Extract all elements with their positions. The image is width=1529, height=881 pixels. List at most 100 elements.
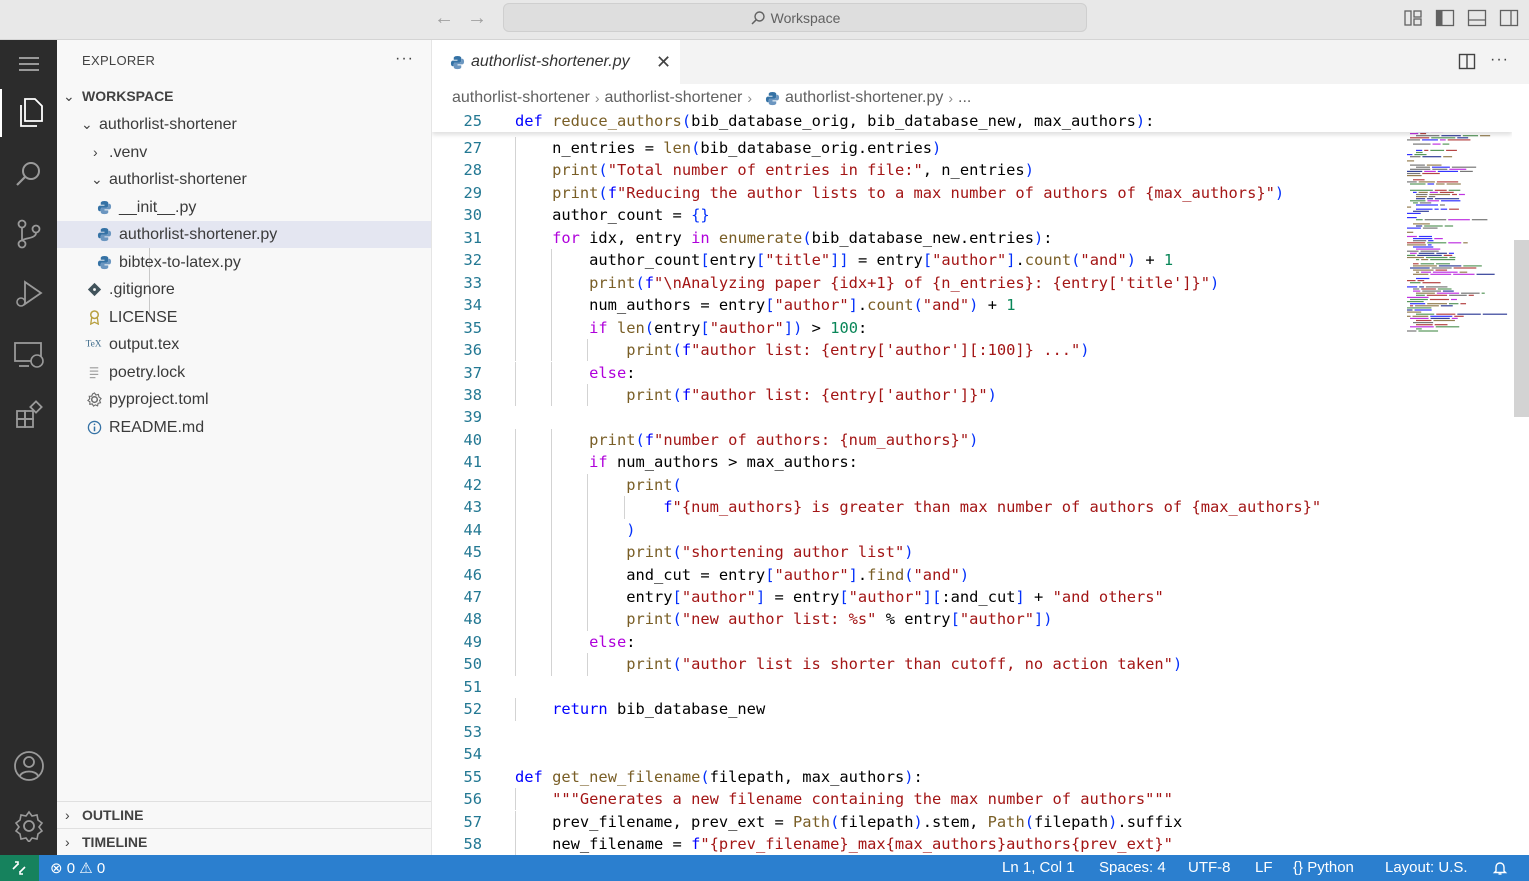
timeline-section-header[interactable]: › TIMELINE: [57, 828, 431, 855]
code-line[interactable]: 35 if len(entry["author"]) > 100:: [432, 316, 1512, 340]
code-line[interactable]: 50 print("author list is shorter than cu…: [432, 653, 1512, 676]
code-line[interactable]: 48 print("new author list: %s" % entry["…: [432, 608, 1512, 631]
code-line[interactable]: 31 for idx, entry in enumerate(bib_datab…: [432, 226, 1512, 250]
code-line[interactable]: 49 else:: [432, 630, 1512, 654]
code-line[interactable]: 34 num_authors = entry["author"].count("…: [432, 294, 1512, 317]
code-line[interactable]: 47 entry["author"] = entry["author"][:an…: [432, 586, 1512, 609]
code-line[interactable]: 53: [432, 721, 1512, 743]
tree-item-label: poetry.lock: [109, 364, 186, 381]
keyboard-layout[interactable]: Layout: U.S.: [1385, 859, 1468, 876]
minimap-line: [1416, 219, 1423, 221]
breadcrumb-item[interactable]: authorlist-shortener.py: [785, 89, 943, 106]
remote-indicator[interactable]: [0, 855, 39, 881]
code-line[interactable]: 46 and_cut = entry["author"].find("and"): [432, 563, 1512, 586]
account-icon[interactable]: [0, 742, 57, 790]
customize-layout-icon[interactable]: [1403, 9, 1423, 27]
notifications-bell-icon[interactable]: [1492, 860, 1508, 876]
toggle-panel-icon[interactable]: [1467, 9, 1487, 27]
command-center-search[interactable]: Workspace: [503, 3, 1087, 32]
code-line[interactable]: 36 print(f"author list: {entry['author']…: [432, 339, 1512, 362]
tree-folder-authorlist-shortener-root[interactable]: ⌄ authorlist-shortener: [57, 111, 431, 138]
encoding[interactable]: UTF-8: [1188, 859, 1231, 876]
code-line[interactable]: 28 print("Total number of entries in fil…: [432, 159, 1512, 182]
tree-file-license[interactable]: LICENSE: [57, 304, 431, 331]
code-line[interactable]: 27 n_entries = len(bib_database_orig.ent…: [432, 137, 1512, 160]
minimap[interactable]: [1407, 110, 1512, 410]
code-line[interactable]: 52 return bib_database_new: [432, 698, 1512, 721]
split-editor-icon[interactable]: [1458, 53, 1476, 70]
extensions-icon[interactable]: [0, 391, 57, 439]
editor-tab-authorlist-shortener-py[interactable]: authorlist-shortener.py ✕: [432, 40, 680, 84]
code-line[interactable]: 56 """Generates a new filename containin…: [432, 788, 1512, 811]
code-line[interactable]: 30 author_count = {}: [432, 204, 1512, 227]
editor-scrollbar[interactable]: [1514, 240, 1529, 417]
code-line[interactable]: 45 print("shortening author list"): [432, 541, 1512, 564]
minimap-line: [1407, 330, 1417, 332]
tree-folder-authorlist-shortener[interactable]: ⌄ authorlist-shortener: [57, 166, 431, 193]
close-tab-icon[interactable]: ✕: [656, 52, 671, 73]
language-mode[interactable]: {} Python: [1293, 859, 1354, 876]
run-debug-icon[interactable]: [0, 270, 57, 318]
more-actions-icon[interactable]: ···: [1490, 51, 1509, 69]
tree-file-gitignore[interactable]: .gitignore: [57, 276, 431, 303]
toggle-primary-sidebar-icon[interactable]: [1435, 9, 1455, 27]
tree-file-output-tex[interactable]: TeX output.tex: [57, 331, 431, 358]
settings-gear-icon[interactable]: [0, 802, 57, 850]
tree-file-authorlist-shortener-py[interactable]: authorlist-shortener.py: [57, 221, 431, 248]
explorer-more-actions-icon[interactable]: ···: [395, 50, 414, 68]
code-line[interactable]: 39: [432, 406, 1512, 428]
code-editor[interactable]: 26 """Takes care of reducing the author …: [432, 110, 1512, 855]
code-line[interactable]: 37 else:: [432, 361, 1512, 384]
code-line[interactable]: 33 print(f"\nAnalyzing paper {idx+1} of …: [432, 271, 1512, 295]
menu-icon[interactable]: [0, 40, 57, 88]
code-line[interactable]: 38 print(f"author list: {entry['author']…: [432, 383, 1512, 407]
code-line[interactable]: 44 ): [432, 518, 1512, 542]
line-code: and_cut = entry["author"].find("and"): [515, 565, 970, 584]
code-line[interactable]: 43 f"{num_authors} is greater than max n…: [432, 496, 1512, 519]
minimap-line: [1418, 191, 1428, 193]
explorer-files-icon[interactable]: [0, 89, 57, 137]
forward-arrow-icon[interactable]: →: [465, 8, 489, 30]
code-line[interactable]: 54: [432, 743, 1512, 765]
breadcrumb-item[interactable]: authorlist-shortener: [605, 89, 743, 106]
code-line[interactable]: 41 if num_authors > max_authors:: [432, 451, 1512, 474]
code-line[interactable]: 51: [432, 676, 1512, 698]
breadcrumb: authorlist-shortener › authorlist-shortene…: [452, 89, 971, 107]
tree-file-poetry-lock[interactable]: poetry.lock: [57, 359, 431, 386]
indent-guide: [551, 518, 553, 542]
toggle-secondary-sidebar-icon[interactable]: [1499, 9, 1519, 27]
tree-file-bibtex-to-latex-py[interactable]: bibtex-to-latex.py: [57, 249, 431, 276]
search-text: Workspace: [770, 9, 841, 26]
code-line[interactable]: 55 def get_new_filename(filepath, max_aut…: [432, 766, 1512, 788]
tree-file-init-py[interactable]: __init__.py: [57, 194, 431, 221]
workspace-section-header[interactable]: ⌄ WORKSPACE: [57, 83, 431, 110]
end-of-line[interactable]: LF: [1255, 859, 1273, 876]
problems-indicator[interactable]: ⊗ 0 ⚠ 0: [50, 859, 105, 877]
indent-guide: [515, 204, 516, 227]
cursor-position[interactable]: Ln 1, Col 1: [1002, 859, 1075, 876]
search-icon[interactable]: [0, 150, 57, 198]
code-line[interactable]: 32 author_count[entry["title"]] = entry[…: [432, 249, 1512, 272]
breadcrumb-item[interactable]: authorlist-shortener: [452, 89, 590, 106]
tree-file-readme-md[interactable]: README.md: [57, 414, 431, 441]
breadcrumb-item[interactable]: ...: [958, 89, 971, 106]
source-control-icon[interactable]: [0, 210, 57, 258]
tree-file-pyproject-toml[interactable]: pyproject.toml: [57, 386, 431, 413]
minimap-line: [1457, 137, 1469, 139]
minimap-line: [1416, 328, 1422, 330]
back-arrow-icon[interactable]: ←: [432, 8, 456, 30]
sticky-scroll-line[interactable]: 25 def reduce_authors(bib_database_orig, …: [432, 110, 1512, 133]
minimap-line: [1410, 137, 1430, 139]
remote-icon: [12, 861, 26, 875]
tree-folder-venv[interactable]: › .venv: [57, 139, 431, 166]
code-line[interactable]: 58 new_filename = f"{prev_filename}_max{…: [432, 832, 1512, 855]
code-line[interactable]: 29 print(f"Reducing the author lists to …: [432, 181, 1512, 205]
remote-explorer-icon[interactable]: [0, 331, 57, 379]
code-line[interactable]: 42 print(: [432, 473, 1512, 497]
outline-section-header[interactable]: › OUTLINE: [57, 801, 431, 828]
minimap-line: [1427, 242, 1447, 244]
minimap-line: [1436, 313, 1456, 315]
code-line[interactable]: 57 prev_filename, prev_ext = Path(filepa…: [432, 810, 1512, 833]
code-line[interactable]: 40 print(f"number of authors: {num_autho…: [432, 428, 1512, 452]
indentation[interactable]: Spaces: 4: [1099, 859, 1166, 876]
